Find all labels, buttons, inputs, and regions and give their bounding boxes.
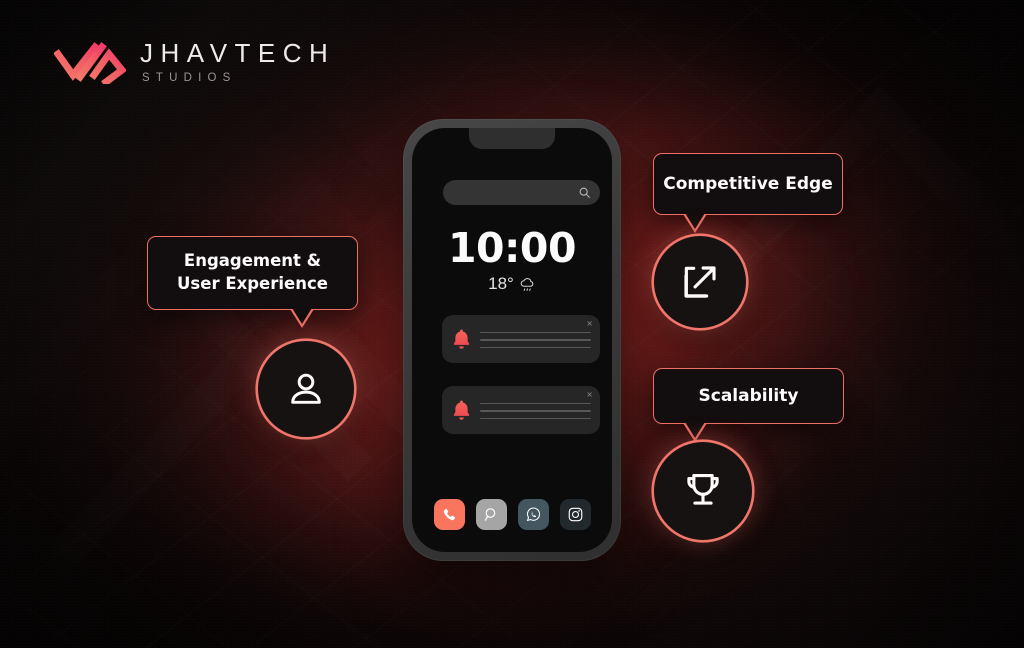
notification-line <box>480 417 591 420</box>
callout-engagement-text: Engagement & User Experience <box>177 250 328 296</box>
callout-competitive-edge[interactable]: Competitive Edge <box>653 153 843 233</box>
bell-icon <box>451 328 472 351</box>
weather-widget: 18° <box>412 274 612 294</box>
badge-user[interactable] <box>258 341 354 437</box>
instagram-icon <box>567 506 584 523</box>
notification-line <box>480 410 591 412</box>
search-input[interactable] <box>443 180 600 205</box>
chevron-arrow-logo-icon <box>54 38 126 85</box>
phone-notch <box>469 128 555 149</box>
notification-text-lines <box>480 401 591 420</box>
notification-card[interactable]: × <box>442 386 600 434</box>
lock-screen-time: 10:00 <box>447 224 577 272</box>
user-icon <box>285 368 327 410</box>
brand-name: JHAVTECH <box>140 38 336 68</box>
callout-tail-inner <box>685 213 705 229</box>
phone-mockup: 10:00 18° × × <box>403 119 621 561</box>
notification-line <box>480 339 591 341</box>
dock-search-app[interactable] <box>475 499 507 530</box>
whatsapp-icon <box>525 506 542 523</box>
phone-icon <box>441 507 457 523</box>
notification-line <box>480 331 591 334</box>
dock-whatsapp-app[interactable] <box>517 499 549 530</box>
search-icon <box>483 506 500 523</box>
weather-temperature: 18° <box>488 274 514 293</box>
callout-engagement-line2: User Experience <box>177 274 328 293</box>
cloud-rain-icon <box>519 277 536 292</box>
brand-logo: JHAVTECH STUDIOS <box>54 38 335 85</box>
search-icon <box>578 186 591 199</box>
notification-line <box>480 346 591 349</box>
brand-wordmark: JHAVTECH STUDIOS <box>140 38 335 85</box>
badge-scalability[interactable] <box>654 442 752 540</box>
notification-close-icon[interactable]: × <box>586 391 593 399</box>
expand-icon <box>679 261 721 303</box>
callout-engagement[interactable]: Engagement & User Experience <box>147 236 358 328</box>
notification-line <box>480 402 591 405</box>
bell-icon <box>451 399 472 422</box>
callout-scalability[interactable]: Scalability <box>653 368 844 442</box>
brand-subtitle: STUDIOS <box>142 72 237 84</box>
notification-close-icon[interactable]: × <box>586 320 593 328</box>
dock-instagram-app[interactable] <box>559 499 591 530</box>
notification-card[interactable]: × <box>442 315 600 363</box>
callout-scalability-label: Scalability <box>698 386 799 406</box>
phone-screen: 10:00 18° × × <box>412 128 612 552</box>
notification-text-lines <box>480 330 591 349</box>
callout-competitive-edge-label: Competitive Edge <box>663 174 833 194</box>
dock-phone-app[interactable] <box>433 499 465 530</box>
callout-engagement-line1: Engagement & <box>183 251 322 271</box>
phone-dock <box>412 499 612 530</box>
callout-tail-inner <box>292 308 312 324</box>
badge-competitive-edge[interactable] <box>654 236 746 328</box>
promo-graphic: JHAVTECH STUDIOS 10:00 18° × × Engagemen… <box>0 0 1024 648</box>
trophy-icon <box>681 469 725 513</box>
callout-tail-inner <box>685 422 705 438</box>
